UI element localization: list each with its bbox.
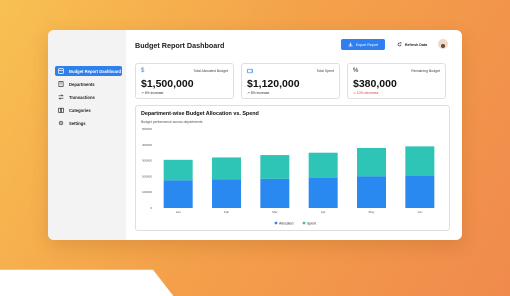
download-icon <box>348 42 353 48</box>
sidebar-item-departments[interactable]: Departments <box>55 79 122 89</box>
bar-spent <box>260 155 290 179</box>
bar-spent <box>405 146 435 176</box>
refresh-icon <box>397 41 402 48</box>
y-tick-label: 200000 <box>142 174 152 178</box>
sidebar-item-label: Categories <box>69 107 91 113</box>
stat-change: ↗ 8% increase <box>247 91 270 95</box>
stat-label: Remaining Budget <box>411 69 440 73</box>
bar-spent <box>308 152 338 178</box>
bar-allocated <box>308 177 338 208</box>
wallet-icon <box>247 68 253 74</box>
sidebar-item-budget-report-dashboard[interactable]: Budget Report Dashboard <box>55 66 122 76</box>
sidebar-item-label: Departments <box>69 81 95 87</box>
stat-card-spent: Total Spent $1,120,000 ↗ 8% increase <box>241 63 340 99</box>
percent-icon: % <box>353 68 359 74</box>
legend-label: Allocated <box>279 221 293 225</box>
building-icon <box>58 81 64 87</box>
sidebar-item-label: Budget Report Dashboard <box>69 68 122 74</box>
stat-change: ↘ 10% decrease <box>353 91 379 95</box>
background-wave <box>0 269 174 296</box>
x-tick-label: Mar <box>272 210 277 214</box>
bar-spent <box>357 147 386 177</box>
transactions-icon <box>58 94 64 100</box>
bar-allocated <box>357 176 386 208</box>
y-tick-label: 400000 <box>142 143 152 147</box>
x-tick-label: Jun <box>417 210 422 214</box>
dashboard-icon <box>58 68 64 74</box>
export-report-label: Export Report <box>355 42 379 47</box>
dollar-icon: $ <box>141 68 145 74</box>
refresh-data-label: Refresh Data <box>404 42 428 47</box>
x-tick-label: Jan <box>176 210 181 214</box>
sidebar-item-settings[interactable]: Settings <box>55 118 122 128</box>
budget-bar-chart: 0 100000 200000 300000 400000 500000 Jan Feb Mar… <box>142 127 435 225</box>
app-window: Budget Report Dashboard Departments Tran… <box>48 30 462 240</box>
bar-allocated <box>212 179 241 208</box>
budget-chart-card: Department-wise Budget Allocation vs. Sp… <box>135 105 450 231</box>
avatar[interactable] <box>438 39 448 49</box>
refresh-data-button[interactable]: Refresh Data <box>390 39 434 50</box>
sidebar-nav: Budget Report Dashboard Departments Tran… <box>55 66 122 131</box>
stat-value: $380,000 <box>353 78 397 90</box>
y-tick-label: 500000 <box>142 127 152 131</box>
x-tick-label: Feb <box>224 210 230 214</box>
main-content: Budget Report Dashboard Export Report Re… <box>134 30 456 240</box>
x-tick-label: Apr <box>321 210 326 214</box>
book-icon <box>58 107 64 113</box>
y-tick-label: 0 <box>150 206 152 210</box>
sidebar-item-label: Transactions <box>69 94 95 100</box>
stat-change: ↗ 5% increase <box>141 91 164 95</box>
sidebar: Budget Report Dashboard Departments Tran… <box>48 30 126 240</box>
export-report-button[interactable]: Export Report <box>341 39 385 50</box>
stat-label: Total Spent <box>316 69 334 73</box>
bar-spent <box>212 157 241 180</box>
stat-card-remaining: % Remaining Budget $380,000 ↘ 10% decrea… <box>347 63 446 99</box>
stat-value: $1,120,000 <box>247 78 300 90</box>
stat-value: $1,500,000 <box>141 78 194 90</box>
sidebar-item-label: Settings <box>69 120 86 126</box>
y-tick-label: 300000 <box>142 159 152 163</box>
legend-label: Spent <box>307 221 316 225</box>
legend-swatch <box>302 221 306 225</box>
legend-swatch <box>274 221 278 225</box>
bar-spent <box>163 159 193 181</box>
gear-icon <box>58 120 64 126</box>
stat-card-allocated: $ Total Allocated Budget $1,500,000 ↗ 5%… <box>135 63 234 99</box>
bar-allocated <box>163 180 193 208</box>
bar-allocated <box>260 178 290 208</box>
y-tick-label: 100000 <box>142 190 152 194</box>
bar-allocated <box>405 175 435 208</box>
x-tick-label: May <box>369 210 375 214</box>
stat-label: Total Allocated Budget <box>193 69 228 73</box>
page-title: Budget Report Dashboard <box>135 41 225 50</box>
sidebar-item-categories[interactable]: Categories <box>55 105 122 115</box>
sidebar-item-transactions[interactable]: Transactions <box>55 92 122 102</box>
